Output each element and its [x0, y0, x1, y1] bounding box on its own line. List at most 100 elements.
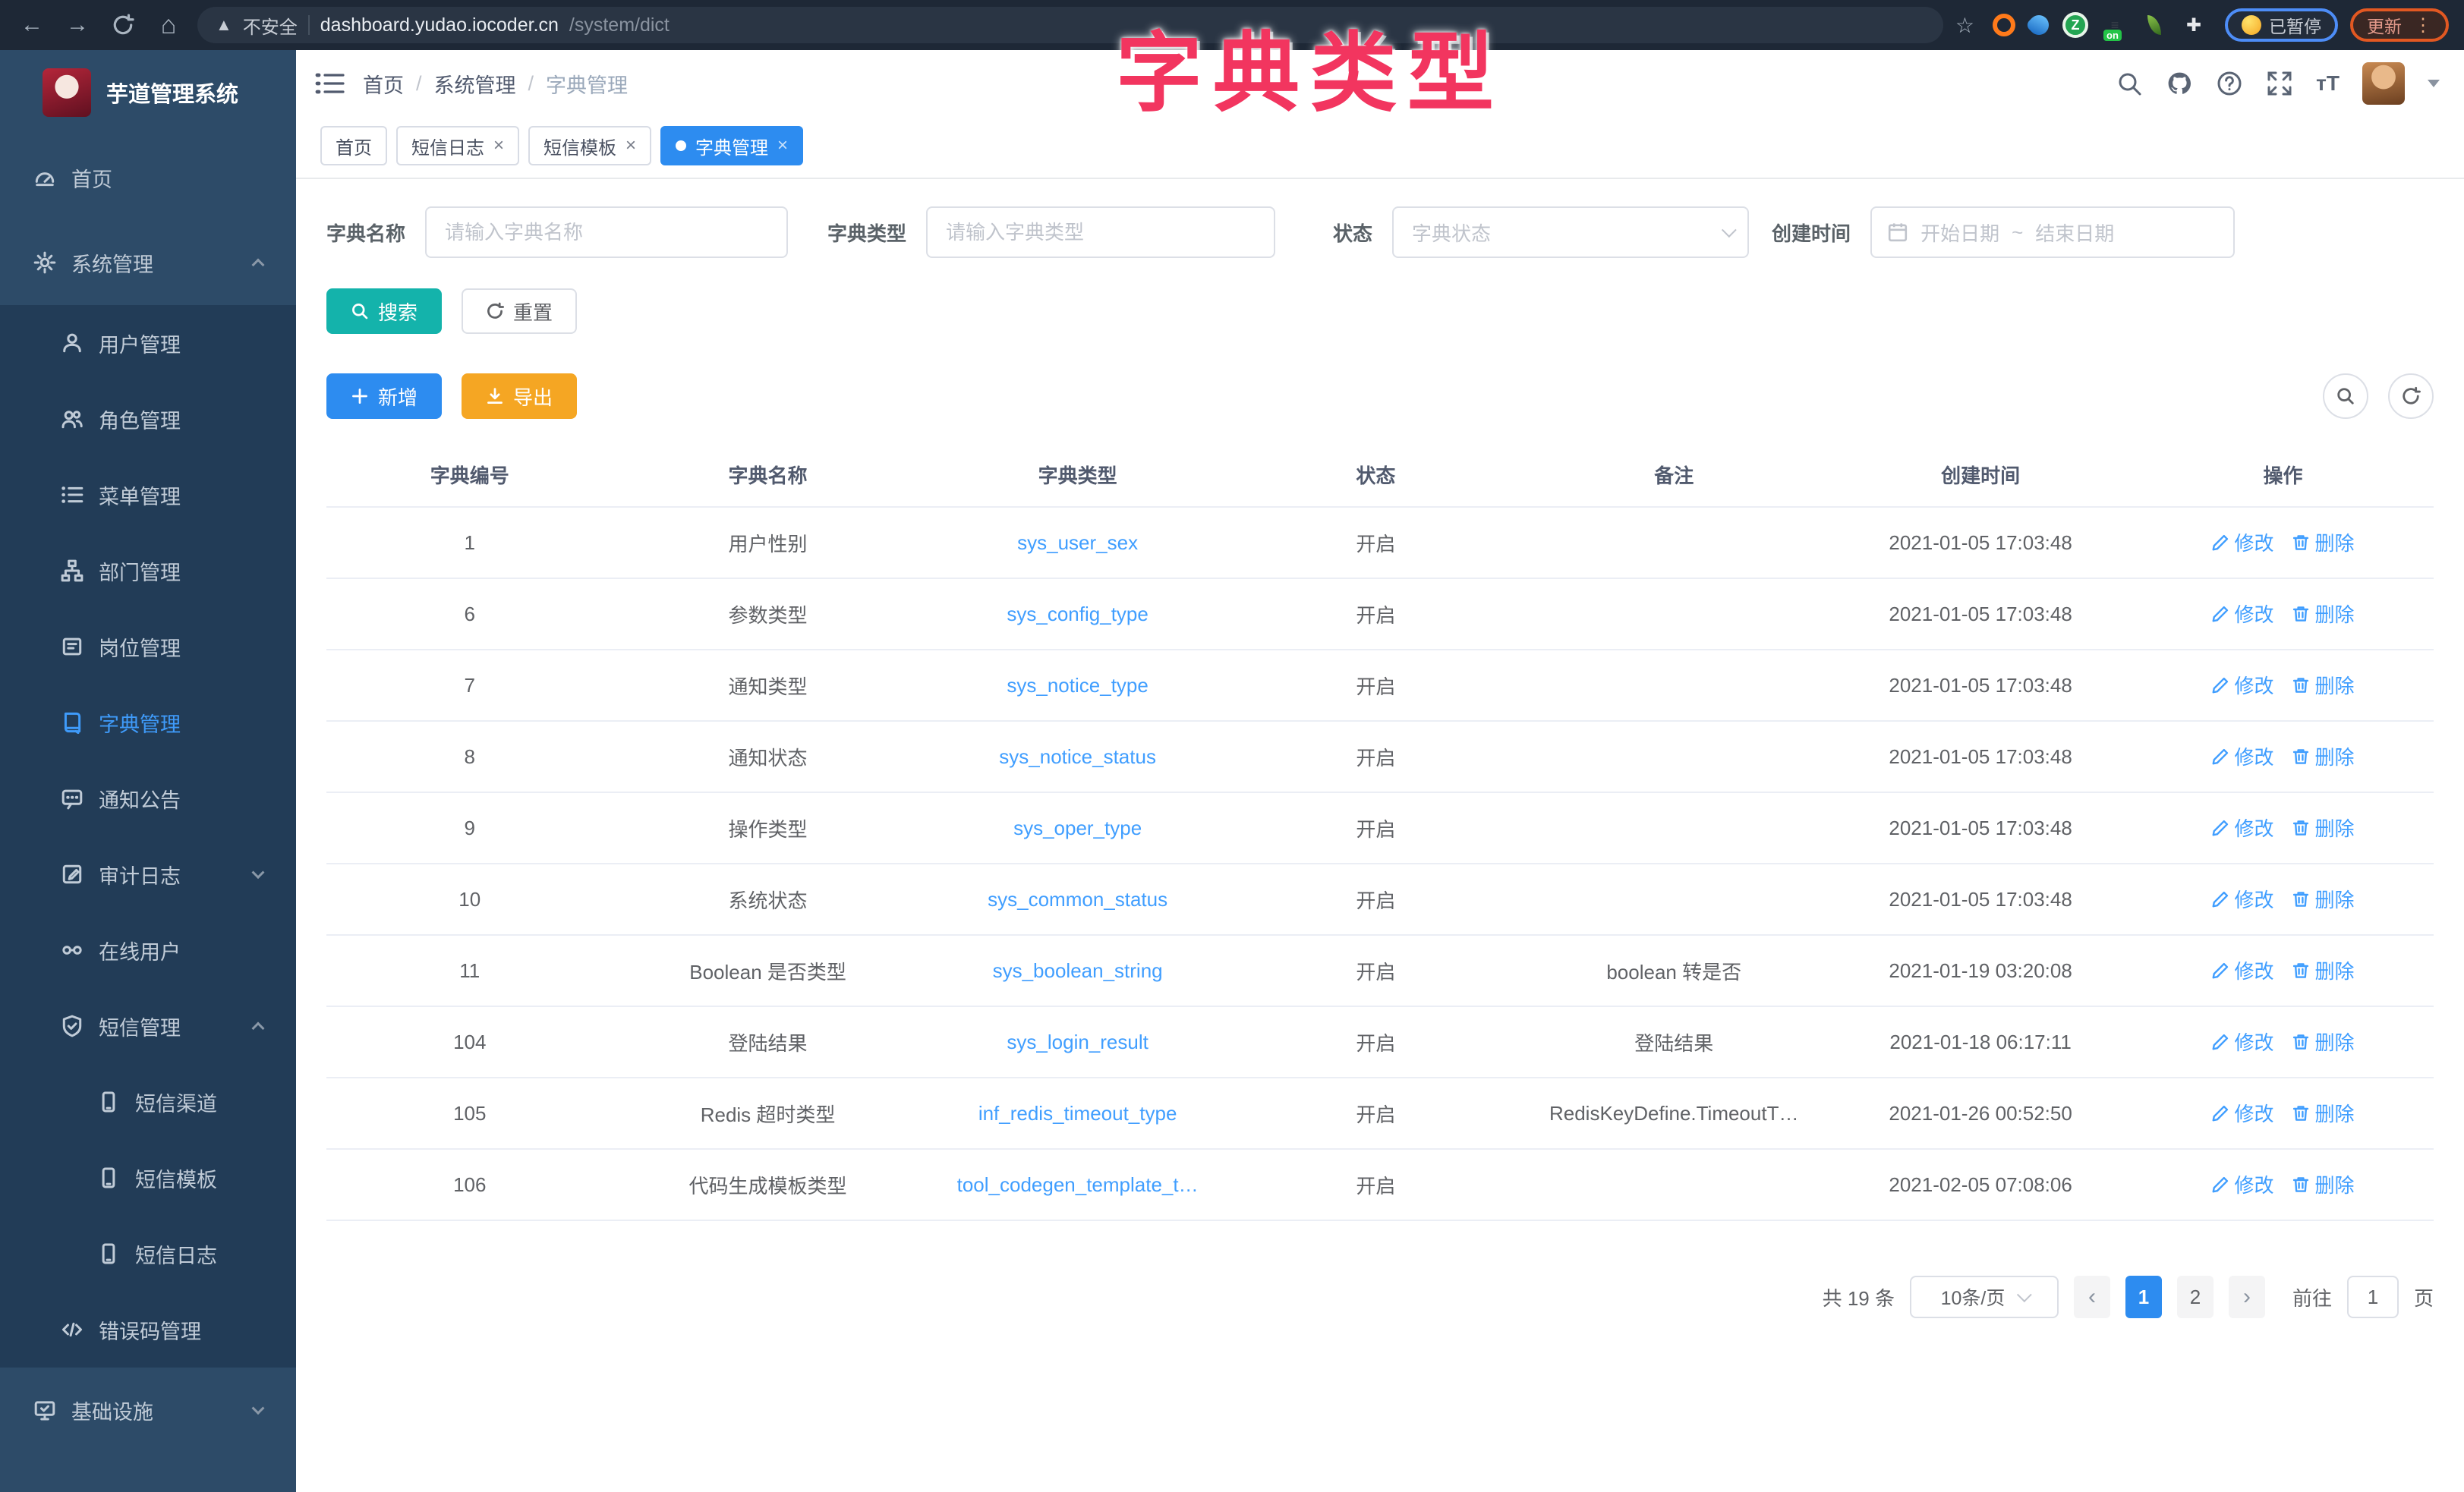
sidebar-item-infrastructure[interactable]: 基础设施 — [0, 1368, 296, 1453]
next-page-button[interactable]: › — [2229, 1276, 2265, 1318]
export-button[interactable]: 导出 — [462, 373, 577, 419]
delete-link[interactable]: 删除 — [2292, 671, 2354, 699]
delete-link[interactable]: 删除 — [2292, 1170, 2354, 1198]
help-icon[interactable] — [2216, 70, 2243, 97]
dict-type-link[interactable]: sys_user_sex — [1017, 531, 1138, 554]
sidebar-item-dict[interactable]: 字典管理 — [0, 685, 296, 760]
edit-link[interactable]: 修改 — [2211, 1170, 2273, 1198]
url-bar[interactable]: ▲ 不安全 dashboard.yudao.iocoder.cn/system/… — [197, 7, 1943, 43]
toggle-search-button[interactable] — [2323, 373, 2368, 419]
sidebar-item-sms-template[interactable]: 短信模板 — [0, 1140, 296, 1216]
sidebar-item-sms-log[interactable]: 短信日志 — [0, 1216, 296, 1292]
sidebar-item-users[interactable]: 用户管理 — [0, 305, 296, 381]
browser-menu-icon[interactable]: ⋮ — [2414, 14, 2432, 36]
sidebar-item-notices[interactable]: 通知公告 — [0, 760, 296, 836]
close-icon[interactable]: × — [625, 135, 636, 156]
edit-link[interactable]: 修改 — [2211, 528, 2273, 556]
font-size-icon[interactable]: ᴛT — [2316, 71, 2340, 96]
home-icon[interactable]: ⌂ — [152, 11, 185, 40]
extension-list-icon[interactable]: ≡on — [2102, 12, 2128, 38]
extension-blue-drop-icon[interactable] — [2025, 11, 2053, 39]
sidebar-item-sms[interactable]: 短信管理 — [0, 988, 296, 1064]
prev-page-button[interactable]: ‹ — [2074, 1276, 2110, 1318]
edit-link[interactable]: 修改 — [2211, 742, 2273, 770]
sidebar-item-system[interactable]: 系统管理 — [0, 220, 296, 305]
date-range-picker[interactable]: 开始日期 ~ 结束日期 — [1870, 206, 2235, 258]
sidebar-item-home[interactable]: 首页 — [0, 135, 296, 220]
close-icon[interactable]: × — [777, 135, 788, 156]
extension-leaf-icon[interactable] — [2141, 12, 2167, 38]
forward-icon[interactable]: → — [61, 12, 94, 38]
dict-type-input[interactable] — [926, 206, 1275, 258]
search-button[interactable]: 搜索 — [326, 288, 442, 334]
dict-type-link[interactable]: tool_codegen_template_t… — [957, 1173, 1199, 1196]
sidebar-item-error-codes[interactable]: 错误码管理 — [0, 1292, 296, 1368]
fullscreen-icon[interactable] — [2266, 70, 2293, 97]
message-icon — [61, 787, 83, 810]
search-icon[interactable] — [2116, 70, 2143, 97]
collapse-menu-icon[interactable] — [314, 71, 345, 96]
sidebar-item-audit-log[interactable]: 审计日志 — [0, 836, 296, 912]
user-avatar[interactable] — [2362, 62, 2405, 105]
tab-sms-template[interactable]: 短信模板× — [528, 126, 651, 165]
edit-link[interactable]: 修改 — [2211, 600, 2273, 628]
dict-type-link[interactable]: inf_redis_timeout_type — [978, 1102, 1177, 1125]
dict-type-link[interactable]: sys_notice_type — [1007, 674, 1148, 697]
edit-link[interactable]: 修改 — [2211, 671, 2273, 699]
sidebar-item-online-users[interactable]: 在线用户 — [0, 912, 296, 988]
dict-type-link[interactable]: sys_config_type — [1007, 603, 1148, 625]
status-select[interactable]: 字典状态 — [1392, 206, 1749, 258]
edit-link[interactable]: 修改 — [2211, 885, 2273, 913]
browser-update-chip[interactable]: 更新 ⋮ — [2350, 8, 2449, 42]
github-icon[interactable] — [2166, 70, 2193, 97]
dict-type-link[interactable]: sys_notice_status — [999, 745, 1156, 768]
back-icon[interactable]: ← — [15, 12, 49, 38]
tab-sms-log[interactable]: 短信日志× — [396, 126, 519, 165]
delete-link[interactable]: 删除 — [2292, 528, 2354, 556]
edit-link[interactable]: 修改 — [2211, 1099, 2273, 1127]
dict-type-link[interactable]: sys_oper_type — [1013, 817, 1142, 839]
close-icon[interactable]: × — [493, 135, 504, 156]
extension-orange-ring-icon[interactable] — [1993, 14, 2015, 36]
dict-name-input[interactable] — [425, 206, 788, 258]
delete-link[interactable]: 删除 — [2292, 885, 2354, 913]
sidebar-item-sms-channel[interactable]: 短信渠道 — [0, 1064, 296, 1140]
sidebar-item-roles[interactable]: 角色管理 — [0, 381, 296, 457]
delete-link[interactable]: 删除 — [2292, 956, 2354, 984]
extension-green-circle-icon[interactable]: Z — [2062, 12, 2088, 38]
page-2-button[interactable]: 2 — [2177, 1276, 2214, 1318]
delete-link[interactable]: 删除 — [2292, 1028, 2354, 1056]
page-1-button[interactable]: 1 — [2125, 1276, 2162, 1318]
extensions-puzzle-icon[interactable]: ✚ — [2181, 12, 2207, 38]
add-button[interactable]: 新增 — [326, 373, 442, 419]
edit-link[interactable]: 修改 — [2211, 814, 2273, 842]
dict-type-link[interactable]: sys_common_status — [988, 888, 1167, 911]
bookmark-star-icon[interactable]: ☆ — [1955, 13, 1974, 38]
dict-type-link[interactable]: sys_login_result — [1007, 1031, 1148, 1053]
tab-home[interactable]: 首页 — [320, 126, 387, 165]
edit-link[interactable]: 修改 — [2211, 1028, 2273, 1056]
page-size-select[interactable]: 10条/页 — [1910, 1276, 2059, 1318]
delete-link[interactable]: 删除 — [2292, 814, 2354, 842]
goto-page-input[interactable] — [2347, 1276, 2399, 1318]
reset-button[interactable]: 重置 — [462, 288, 577, 334]
refresh-table-button[interactable] — [2388, 373, 2434, 419]
breadcrumb-home[interactable]: 首页 — [363, 69, 404, 99]
plus-icon — [351, 387, 369, 405]
app-logo[interactable]: 芋道管理系统 — [0, 50, 296, 135]
delete-link[interactable]: 删除 — [2292, 1099, 2354, 1127]
profile-paused-chip[interactable]: 已暂停 — [2225, 8, 2338, 42]
sidebar-item-menus[interactable]: 菜单管理 — [0, 457, 296, 533]
breadcrumb-system[interactable]: 系统管理 — [434, 69, 516, 99]
page-content: 字典名称 字典类型 状态 字典状态 创建时间 开始日期 ~ 结束日期 — [296, 179, 2464, 1492]
tab-dict-active[interactable]: 字典管理× — [660, 126, 803, 165]
sidebar-item-posts[interactable]: 岗位管理 — [0, 609, 296, 685]
table-row: 104登陆结果 sys_login_result 开启 登陆结果2021-01-… — [326, 1006, 2434, 1078]
sidebar-item-departments[interactable]: 部门管理 — [0, 533, 296, 609]
avatar-dropdown-caret-icon[interactable] — [2428, 80, 2440, 87]
refresh-icon[interactable] — [106, 14, 140, 36]
edit-link[interactable]: 修改 — [2211, 956, 2273, 984]
delete-link[interactable]: 删除 — [2292, 600, 2354, 628]
delete-link[interactable]: 删除 — [2292, 742, 2354, 770]
dict-type-link[interactable]: sys_boolean_string — [993, 959, 1163, 982]
